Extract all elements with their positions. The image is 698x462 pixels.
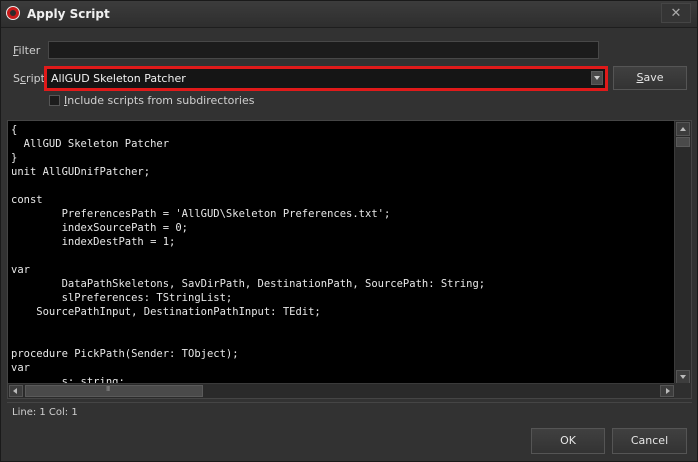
apply-script-dialog: Apply Script ✕ Filter Script AllGUD Skel… (0, 0, 698, 462)
filter-label: Filter (13, 44, 41, 57)
chevron-down-icon[interactable] (591, 71, 603, 85)
vertical-scrollbar[interactable] (674, 121, 691, 385)
include-subdirs-label[interactable]: Include scripts from subdirectories (64, 94, 254, 107)
close-button[interactable]: ✕ (661, 3, 691, 23)
include-subdirs-checkbox[interactable] (49, 95, 60, 106)
script-select[interactable]: AllGUD Skeleton Patcher (44, 66, 608, 91)
script-editor[interactable]: { AllGUD Skeleton Patcher } unit AllGUDn… (7, 120, 692, 399)
scroll-down-icon[interactable] (676, 370, 690, 384)
filter-input[interactable] (48, 41, 599, 59)
scroll-left-icon[interactable] (9, 385, 23, 397)
scroll-up-icon[interactable] (676, 122, 690, 136)
save-button[interactable]: Save (613, 66, 687, 90)
title-bar: Apply Script ✕ (1, 1, 697, 28)
app-logo-icon (6, 6, 20, 20)
script-code[interactable]: { AllGUD Skeleton Patcher } unit AllGUDn… (11, 123, 485, 389)
window-title: Apply Script (27, 7, 110, 21)
scroll-right-icon[interactable] (660, 385, 674, 397)
ok-button[interactable]: OK (531, 428, 605, 454)
status-bar: Line: 1 Col: 1 (7, 402, 692, 421)
horizontal-scrollbar[interactable] (8, 383, 675, 398)
cursor-position: Line: 1 Col: 1 (12, 407, 78, 418)
horizontal-scroll-thumb[interactable] (25, 385, 203, 397)
vertical-scroll-thumb[interactable] (676, 137, 690, 147)
scrollbar-corner (674, 383, 691, 398)
script-selected-value: AllGUD Skeleton Patcher (51, 72, 186, 85)
script-label: Script (13, 72, 45, 85)
cancel-button[interactable]: Cancel (612, 428, 687, 454)
